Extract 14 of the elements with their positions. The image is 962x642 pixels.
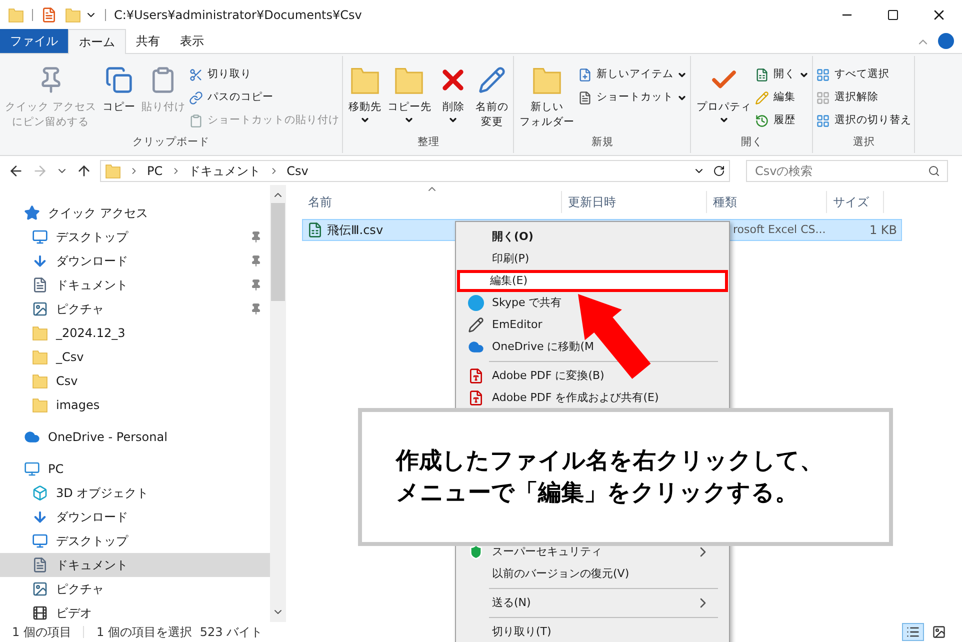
callout-text: メニューで「編集」をクリックする。 — [396, 479, 799, 508]
status-size: 523 バイト — [200, 624, 263, 641]
status-item-count: 1 個の項目 — [12, 624, 72, 641]
ribbon-group-label: 開く — [740, 135, 764, 150]
window-title: C:¥Users¥administrator¥Documents¥Csv — [114, 7, 362, 24]
file-size: 1 KB — [868, 222, 898, 239]
file-name: 飛伝Ⅲ.csv — [327, 222, 384, 239]
file-type: rosoft Excel CS... — [733, 222, 826, 238]
ribbon-group-label: 選択 — [852, 135, 876, 150]
status-selection: 1 個の項目を選択 — [96, 624, 192, 641]
ribbon-group-label: クリップボード — [132, 135, 211, 150]
ribbon-group-label: 整理 — [416, 135, 440, 150]
callout-text: 作成したファイル名を右クリックして、 — [396, 447, 824, 476]
ribbon-group-label: 新規 — [590, 135, 614, 150]
